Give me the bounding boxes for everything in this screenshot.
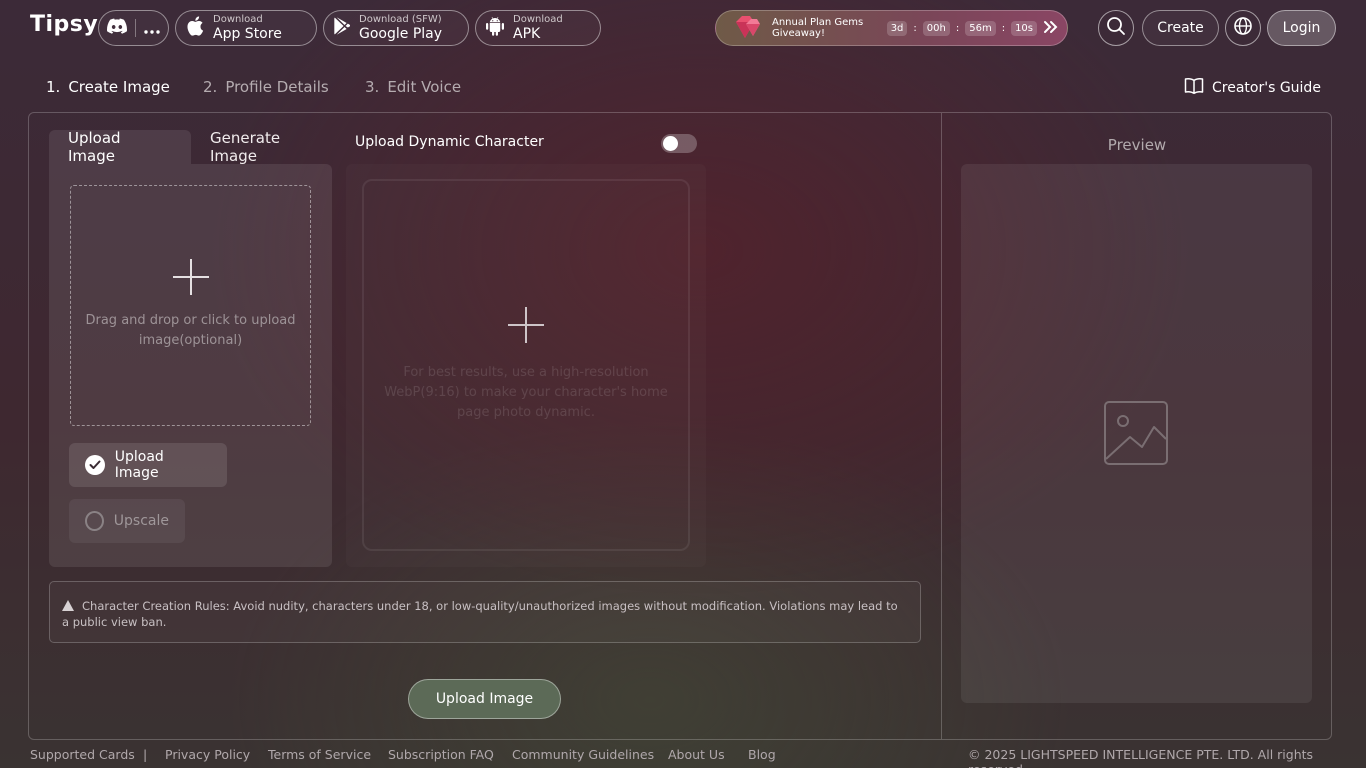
dynamic-character-toggle[interactable]: [661, 134, 697, 153]
download-store-name: Google Play: [359, 26, 443, 42]
step-label: Create Image: [68, 78, 170, 96]
timer-colon: :: [955, 22, 960, 34]
logo[interactable]: Tipsy: [30, 12, 98, 37]
promo-text: Annual Plan Gems Giveaway!: [772, 17, 864, 39]
image-placeholder-icon: [1104, 401, 1168, 469]
step-label: Edit Voice: [387, 78, 462, 96]
preview-title: Preview: [1107, 136, 1167, 154]
app-store-button[interactable]: Download App Store: [175, 10, 317, 46]
step-edit-voice[interactable]: 3. Edit Voice: [365, 78, 461, 96]
footer-separator: |: [143, 747, 148, 762]
timer-colon: :: [913, 22, 917, 34]
chevron-double-right-icon: [1043, 20, 1059, 37]
more-icon[interactable]: [144, 19, 160, 38]
apple-icon: [186, 16, 204, 40]
dynamic-hint-text: For best results, use a high-resolution …: [384, 365, 668, 420]
apk-button[interactable]: Download APK: [475, 10, 601, 46]
footer-link-supported-cards[interactable]: Supported Cards: [30, 747, 135, 762]
tab-upload-image[interactable]: Upload Image: [49, 129, 191, 165]
guide-label: Creator's Guide: [1212, 80, 1321, 96]
google-play-icon: [334, 17, 351, 39]
tab-generate-image[interactable]: Generate Image: [191, 129, 331, 165]
step-number: 2.: [203, 78, 218, 96]
download-caption: Download: [213, 14, 263, 25]
discord-icon[interactable]: [107, 18, 128, 38]
option-label: Upload Image: [114, 449, 164, 481]
step-label: Profile Details: [225, 78, 329, 96]
android-icon: [486, 16, 504, 40]
timer-colon: :: [1001, 22, 1006, 34]
footer-link-terms-of-service[interactable]: Terms of Service: [268, 747, 371, 762]
step-create-image[interactable]: 1. Create Image: [46, 78, 170, 96]
plus-icon: [508, 307, 544, 343]
panel-divider: [941, 113, 942, 739]
image-dropzone[interactable]: [70, 185, 311, 426]
login-button[interactable]: Login: [1267, 10, 1336, 46]
timer-seconds: 10s: [1011, 20, 1037, 36]
check-circle-icon: [85, 455, 105, 475]
divider: [135, 19, 136, 37]
timer-hours: 00h: [922, 20, 950, 36]
timer-days: 3d: [886, 20, 908, 36]
step-number: 3.: [365, 78, 380, 96]
footer-link-subscription-faq[interactable]: Subscription FAQ: [388, 747, 494, 762]
footer-link-blog[interactable]: Blog: [748, 747, 776, 762]
warning-icon: [62, 600, 74, 611]
footer-link-about-us[interactable]: About Us: [668, 747, 725, 762]
social-links: [98, 10, 169, 46]
book-icon: [1184, 77, 1204, 99]
download-caption: Download: [513, 14, 563, 25]
globe-icon: [1233, 16, 1253, 40]
promo-banner[interactable]: Annual Plan Gems Giveaway! 3d : 00h : 56…: [715, 10, 1068, 46]
step-number: 1.: [46, 78, 61, 96]
google-play-button[interactable]: Download (SFW) Google Play: [323, 10, 469, 46]
toggle-knob: [663, 136, 678, 151]
creation-rules-notice: Character Creation Rules: Avoid nudity, …: [49, 581, 921, 643]
download-store-name: App Store: [213, 26, 282, 42]
creators-guide-link[interactable]: Creator's Guide: [1184, 77, 1321, 99]
download-caption: Download (SFW): [359, 14, 442, 25]
radio-icon: [85, 511, 104, 531]
footer-link-privacy-policy[interactable]: Privacy Policy: [165, 747, 250, 762]
dynamic-character-label: Upload Dynamic Character: [355, 134, 544, 150]
rules-text: Character Creation Rules: Avoid nudity, …: [62, 599, 898, 629]
create-button[interactable]: Create: [1142, 10, 1219, 46]
dropzone-text: Drag and drop or click to upload image(o…: [85, 313, 296, 348]
option-upload-image[interactable]: Upload Image: [69, 443, 227, 487]
language-button[interactable]: [1225, 10, 1261, 46]
option-upscale[interactable]: Upscale: [69, 499, 185, 543]
step-profile-details[interactable]: 2. Profile Details: [203, 78, 329, 96]
copyright: © 2025 LIGHTSPEED INTELLIGENCE PTE. LTD.…: [968, 747, 1314, 768]
gem-icon: [732, 14, 762, 43]
search-icon: [1106, 16, 1126, 40]
download-store-name: APK: [513, 26, 541, 42]
search-button[interactable]: [1098, 10, 1134, 46]
timer-minutes: 56m: [965, 20, 996, 36]
footer-link-community-guidelines[interactable]: Community Guidelines: [512, 747, 654, 762]
option-label: Upscale: [113, 513, 169, 529]
upload-image-submit-button[interactable]: Upload Image: [408, 679, 561, 719]
plus-icon: [173, 259, 209, 295]
